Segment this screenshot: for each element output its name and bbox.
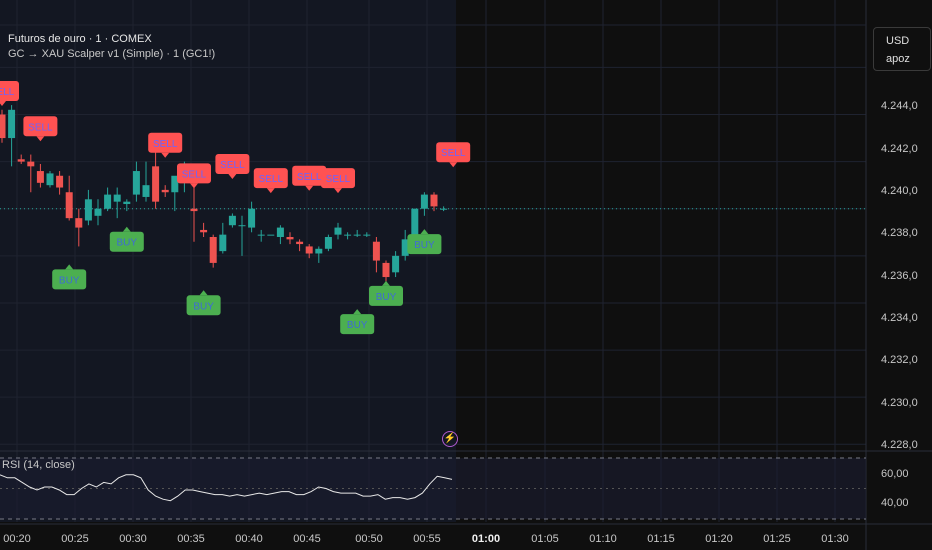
candle-body xyxy=(36,171,44,183)
sell-signal-label: SELL xyxy=(259,174,284,185)
candle-body xyxy=(267,234,275,236)
price-scale-unit-box[interactable]: USD apoz xyxy=(873,27,931,71)
candle-body xyxy=(200,229,208,233)
candle-body xyxy=(161,189,169,193)
candle-body xyxy=(363,234,371,236)
rsi-label-60: 60,00 xyxy=(881,468,909,480)
sell-signal-label: SELL xyxy=(153,139,178,150)
candle-body xyxy=(238,225,246,227)
candle-body xyxy=(276,227,284,237)
candle-body xyxy=(430,194,438,207)
candle-body xyxy=(65,192,73,219)
buy-signal-label: BUY xyxy=(347,320,368,331)
candle-body xyxy=(56,175,64,188)
time-label-0050: 00:50 xyxy=(355,533,383,545)
candle-body xyxy=(104,194,112,209)
time-label-0030: 00:30 xyxy=(119,533,147,545)
buy-signal-label: BUY xyxy=(376,292,397,303)
buy-signal-label: BUY xyxy=(59,275,80,286)
candle-body xyxy=(305,246,313,254)
candle-body xyxy=(219,234,227,252)
candle-body xyxy=(315,248,323,254)
time-label-0130: 01:30 xyxy=(821,533,849,545)
time-label-0040: 00:40 xyxy=(235,533,263,545)
candle-body xyxy=(324,237,332,249)
time-label-0115: 01:15 xyxy=(647,533,675,545)
price-label-4232: 4.232,0 xyxy=(881,354,918,366)
candle-body xyxy=(344,234,352,236)
time-label-0125: 01:25 xyxy=(763,533,791,545)
candle-body xyxy=(152,166,160,202)
candle-body xyxy=(17,159,25,162)
candle-body xyxy=(8,109,16,139)
time-label-0045: 00:45 xyxy=(293,533,321,545)
price-label-4240: 4.240,0 xyxy=(881,185,918,197)
candle-body xyxy=(94,208,102,216)
time-label-0025: 00:25 xyxy=(61,533,89,545)
candle-body xyxy=(392,255,400,273)
sell-signal-label: SELL xyxy=(441,148,466,159)
candle-body xyxy=(0,114,6,139)
unit-label: apoz xyxy=(886,53,910,65)
time-label-0035: 00:35 xyxy=(177,533,205,545)
sell-signal-label: SELL xyxy=(297,172,322,183)
buy-signal-label: BUY xyxy=(117,238,138,249)
time-label-0120: 01:20 xyxy=(705,533,733,545)
indicator-label[interactable]: GC → XAU Scalper v1 (Simple) · 1 (GC1!) xyxy=(8,48,215,60)
candle-body xyxy=(382,262,390,278)
price-label-4228: 4.228,0 xyxy=(881,439,918,451)
sell-signal-label: SELL xyxy=(182,169,207,180)
sell-signal-label: SELL xyxy=(28,122,53,133)
candle-body xyxy=(334,227,342,235)
lightning-icon[interactable]: ⚡ xyxy=(442,431,458,447)
session-background xyxy=(0,0,456,522)
candle-body xyxy=(372,241,380,261)
price-label-4230: 4.230,0 xyxy=(881,397,918,409)
candle-body xyxy=(257,234,265,236)
candle-body xyxy=(113,194,121,202)
candle-body xyxy=(420,194,428,209)
candle-body xyxy=(248,208,256,228)
buy-signal-label: BUY xyxy=(193,301,214,312)
candle-body xyxy=(296,241,304,245)
sell-signal-label: SELL xyxy=(326,174,351,185)
candle-body xyxy=(142,185,150,197)
price-label-4238: 4.238,0 xyxy=(881,227,918,239)
time-label-0105: 01:05 xyxy=(531,533,559,545)
candle-body xyxy=(132,171,140,195)
candle-body xyxy=(46,173,54,186)
candle-body xyxy=(228,215,236,226)
price-label-4244: 4.244,0 xyxy=(881,100,918,112)
price-chart[interactable]: SELL SELL SELL SELL SELL SELL SELL SELL SELL BUY B… xyxy=(0,0,932,550)
price-label-4234: 4.234,0 xyxy=(881,312,918,324)
rsi-label-40: 40,00 xyxy=(881,497,909,509)
time-label-0100: 01:00 xyxy=(471,533,501,545)
candle-body xyxy=(123,201,131,205)
price-label-4236: 4.236,0 xyxy=(881,270,918,282)
sell-signal-label: SELL xyxy=(220,160,245,171)
time-label-0110: 01:10 xyxy=(589,533,617,545)
time-label-0020: 00:20 xyxy=(3,533,31,545)
candle-body xyxy=(209,237,217,263)
candle-body xyxy=(84,199,92,221)
rsi-label[interactable]: RSI (14, close) xyxy=(2,459,75,471)
sell-signal-label: SELL xyxy=(0,87,15,98)
candle-body xyxy=(440,208,448,210)
chart-title[interactable]: Futuros de ouro · 1 · COMEX xyxy=(8,33,152,45)
candle-body xyxy=(75,218,83,228)
candle-body xyxy=(27,161,35,167)
currency-label: USD xyxy=(886,35,910,47)
candle-body xyxy=(353,234,361,236)
price-label-4242: 4.242,0 xyxy=(881,143,918,155)
buy-signal-label: BUY xyxy=(414,240,435,251)
candle-body xyxy=(190,208,198,212)
time-label-0055: 00:55 xyxy=(413,533,441,545)
candle-body xyxy=(286,237,294,240)
